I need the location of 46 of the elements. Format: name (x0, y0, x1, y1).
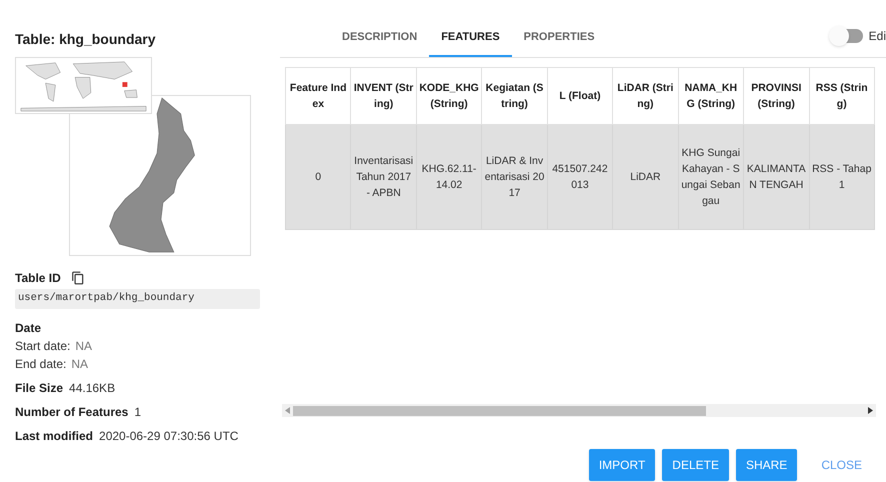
column-header: LiDAR (String) (612, 68, 678, 124)
table-cell: KHG Sungai Kahayan - Sungai Sebangau (678, 124, 744, 230)
date-field-value: NA (71, 356, 88, 373)
close-button[interactable]: CLOSE (809, 449, 874, 481)
stat-label: File Size (15, 380, 64, 397)
action-button[interactable]: IMPORT (588, 449, 656, 481)
date-field-label: End date: (15, 356, 66, 373)
tab[interactable]: FEATURES (429, 26, 512, 57)
date-field-label: Start date: (15, 338, 70, 355)
copy-icon[interactable] (70, 271, 85, 285)
column-header: NAMA_KHG (String) (678, 68, 744, 124)
column-header: PROVINSI (String) (744, 68, 809, 124)
column-header: INVENT (String) (350, 68, 416, 124)
tab[interactable]: DESCRIPTION (330, 26, 430, 57)
table-id-label: Table ID (15, 270, 61, 287)
column-header: RSS (String) (809, 68, 874, 124)
stat-value: 1 (134, 404, 142, 421)
action-button[interactable]: SHARE (736, 449, 798, 481)
stat-value: 2020-06-29 07:30:56 UTC (99, 428, 238, 445)
edit-toggle[interactable] (830, 29, 863, 43)
scroll-right-icon[interactable] (868, 407, 873, 414)
stat-value: 44.16KB (69, 380, 116, 397)
table-cell: 451507.242013 (547, 124, 613, 230)
column-header: Feature Index (286, 68, 351, 124)
date-label: Date (15, 320, 42, 337)
date-field-value: NA (75, 338, 92, 355)
scroll-left-icon[interactable] (285, 407, 290, 414)
table-cell: 0 (286, 124, 351, 230)
stat-label: Number of Features (15, 404, 128, 421)
scrollbar-thumb[interactable] (293, 406, 706, 416)
column-header: L (Float) (547, 68, 613, 124)
tab[interactable]: PROPERTIES (512, 26, 607, 57)
edit-label: Edi (868, 28, 886, 45)
table-cell: KHG.62.11-14.02 (416, 124, 482, 230)
table-title: Table: khg_boundary (15, 30, 157, 48)
table-id-field: users/marortpab/khg_boundary (15, 289, 260, 309)
table-cell: LiDAR (612, 124, 678, 230)
horizontal-scrollbar[interactable] (282, 404, 876, 417)
table-cell: RSS - Tahap 1 (809, 124, 874, 230)
table-cell: KALIMANTAN TENGAH (744, 124, 809, 230)
column-header: Kegiatan (String) (482, 68, 548, 124)
action-button[interactable]: DELETE (662, 449, 729, 481)
table-cell: Inventarisasi Tahun 2017 - APBN (350, 124, 416, 230)
stat-label: Last modified (15, 428, 94, 445)
column-header: KODE_KHG (String) (416, 68, 482, 124)
table-cell: LiDAR & Inventarisasi 2017 (482, 124, 548, 230)
